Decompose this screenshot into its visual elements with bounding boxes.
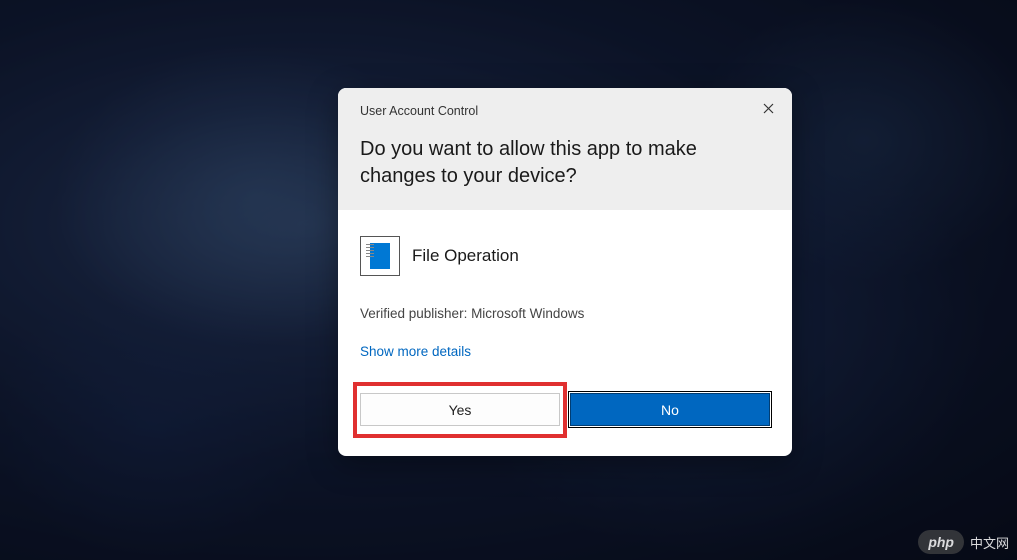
dialog-footer: Yes No [338, 379, 792, 456]
close-icon [763, 101, 774, 117]
yes-button[interactable]: Yes [360, 393, 560, 426]
dialog-heading: Do you want to allow this app to make ch… [360, 136, 770, 190]
uac-dialog: User Account Control Do you want to allo… [338, 88, 792, 456]
watermark-badge: php [918, 530, 964, 554]
no-button-wrap: No [570, 393, 770, 426]
close-button[interactable] [758, 99, 778, 119]
dialog-body: File Operation Verified publisher: Micro… [338, 210, 792, 379]
no-button[interactable]: No [570, 393, 770, 426]
dialog-header: User Account Control Do you want to allo… [338, 88, 792, 210]
yes-button-highlight-wrap: Yes [360, 393, 560, 426]
app-name: File Operation [412, 246, 519, 266]
show-more-details-link[interactable]: Show more details [360, 344, 471, 359]
dialog-title: User Account Control [360, 104, 770, 118]
app-icon [360, 236, 400, 276]
publisher-info: Verified publisher: Microsoft Windows [360, 306, 770, 321]
app-info-row: File Operation [360, 236, 770, 276]
watermark: php 中文网 [918, 530, 1009, 554]
watermark-text: 中文网 [970, 533, 1009, 552]
